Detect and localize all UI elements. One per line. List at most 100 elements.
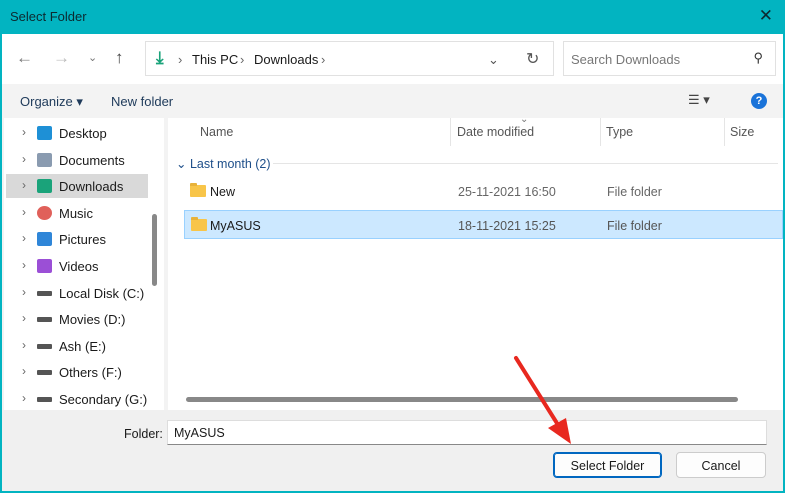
sidebar-item-label: Ash (E:)	[59, 338, 106, 354]
search-icon[interactable]: ⚲	[753, 50, 763, 66]
group-header[interactable]: ⌄ Last month (2)	[176, 156, 271, 171]
sidebar-item[interactable]: › Videos	[6, 254, 148, 278]
chevron-right-icon[interactable]: ›	[321, 52, 325, 67]
sidebar-item[interactable]: › Secondary (G:)	[6, 387, 148, 410]
sidebar-item[interactable]: › Music	[6, 201, 148, 225]
drive-icon	[37, 370, 52, 376]
help-icon[interactable]: ?	[751, 93, 767, 109]
column-divider[interactable]	[600, 118, 601, 146]
desktop-icon	[37, 126, 52, 140]
search-placeholder: Search Downloads	[571, 52, 681, 67]
chevron-right-icon[interactable]: ›	[22, 205, 26, 219]
sidebar-scrollbar[interactable]	[152, 214, 157, 286]
file-date: 25-11-2021 16:50	[458, 185, 556, 199]
download-icon: ⤓	[156, 48, 164, 67]
chevron-right-icon[interactable]: ›	[22, 285, 26, 299]
chevron-right-icon[interactable]: ›	[22, 152, 26, 166]
crumb-downloads[interactable]: Downloads	[254, 52, 318, 67]
sidebar-item-label: Desktop	[59, 126, 107, 141]
chevron-right-icon[interactable]: ›	[22, 311, 26, 325]
sidebar-item[interactable]: › Ash (E:)	[6, 334, 148, 358]
file-date: 18-11-2021 15:25	[458, 219, 556, 233]
chevron-right-icon[interactable]: ›	[22, 231, 26, 245]
sidebar-item-label: Pictures	[59, 232, 106, 248]
search-input[interactable]: Search Downloads ⚲	[563, 41, 776, 76]
sidebar-item-label: Local Disk (C:)	[59, 285, 145, 301]
crumb-this-pc[interactable]: This PC	[192, 52, 238, 67]
file-row[interactable]: New 25-11-2021 16:50 File folder	[184, 177, 783, 206]
sidebar-item[interactable]: › Desktop	[6, 121, 148, 145]
sidebar-item-label: Documents	[59, 152, 125, 168]
sidebar-item[interactable]: › Downloads	[6, 174, 148, 199]
horizontal-scrollbar[interactable]	[186, 397, 738, 402]
file-name: MyASUS	[210, 219, 261, 233]
sidebar-item[interactable]: › Pictures	[6, 227, 148, 251]
sidebar-item[interactable]: › Local Disk (C:)	[6, 281, 148, 305]
music-icon	[37, 205, 52, 220]
drive-icon	[37, 343, 52, 349]
column-divider[interactable]	[724, 118, 725, 146]
sort-chevron-icon: ⌄	[520, 114, 529, 125]
chevron-down-icon: ⌄	[176, 157, 190, 171]
folder-icon	[190, 183, 206, 197]
file-type: File folder	[607, 185, 662, 199]
sidebar-item-label: Videos	[59, 259, 99, 274]
drive-icon	[37, 290, 52, 296]
select-folder-dialog: Select Folder ✕ ← → ⌄ ↑ ⤓ › This PC › Do…	[2, 0, 783, 491]
chevron-down-icon[interactable]: ⌄	[488, 52, 499, 68]
column-date[interactable]: Date modified	[457, 125, 534, 139]
drive-icon	[37, 397, 52, 402]
sidebar-item-label: Others (F:)	[59, 365, 122, 381]
view-options-icon[interactable]: ☰ ▾	[688, 92, 710, 108]
sidebar-item-label: Downloads	[59, 179, 124, 195]
footer: Folder: MyASUS Select Folder Cancel	[2, 410, 783, 491]
sidebar-item-label: Secondary (G:)	[59, 392, 148, 407]
address-bar[interactable]: ⤓ › This PC › Downloads › ⌄ ↻	[145, 41, 554, 76]
sidebar-item[interactable]: › Movies (D:)	[6, 307, 148, 331]
file-type: File folder	[607, 219, 662, 233]
folder-value: MyASUS	[174, 426, 225, 440]
navigation-pane: › Desktop › Documents › Downloads › Music › Pictu…	[4, 118, 164, 410]
file-name: New	[210, 185, 236, 199]
folder-input[interactable]: MyASUS	[167, 420, 767, 445]
separator-icon: ›	[240, 52, 245, 67]
drive-icon	[37, 317, 52, 323]
cancel-button[interactable]: Cancel	[676, 452, 766, 478]
pictures-icon	[37, 232, 52, 247]
chevron-right-icon[interactable]: ›	[22, 178, 26, 192]
chevron-right-icon[interactable]: ›	[22, 364, 26, 378]
select-folder-button[interactable]: Select Folder	[553, 452, 662, 478]
group-divider	[273, 163, 778, 164]
sidebar-item[interactable]: › Documents	[6, 148, 148, 172]
organize-button[interactable]: Organize ▾	[20, 94, 83, 110]
title-bar: Select Folder ✕	[2, 0, 783, 34]
column-divider[interactable]	[450, 118, 451, 146]
column-size[interactable]: Size	[730, 125, 754, 139]
folder-icon	[191, 217, 207, 231]
group-label: Last month (2)	[189, 157, 271, 171]
new-folder-button[interactable]: New folder	[111, 94, 173, 109]
up-icon[interactable]: ↑	[115, 48, 124, 68]
file-row-selected[interactable]: MyASUS 18-11-2021 15:25 File folder	[184, 210, 783, 239]
folder-label: Folder:	[124, 427, 163, 441]
close-icon[interactable]: ✕	[759, 6, 773, 26]
sidebar-item-label: Movies (D:)	[59, 312, 126, 328]
videos-icon	[37, 259, 52, 273]
refresh-icon[interactable]: ↻	[526, 49, 539, 69]
recent-chevron-icon[interactable]: ⌄	[88, 51, 97, 64]
sidebar-item[interactable]: › Others (F:)	[6, 360, 148, 384]
documents-icon	[37, 152, 52, 167]
chevron-right-icon[interactable]: ›	[22, 338, 26, 352]
column-name[interactable]: Name	[200, 125, 233, 139]
separator-icon: ›	[178, 52, 183, 67]
chevron-right-icon[interactable]: ›	[22, 125, 26, 139]
sidebar-item-label: Music	[59, 205, 93, 221]
file-list: Name ⌄ Date modified Type Size ⌄ Last mo…	[168, 114, 783, 410]
toolbar: Organize ▾ New folder ☰ ▾ ?	[2, 84, 783, 118]
window-title: Select Folder	[10, 9, 87, 24]
back-icon[interactable]: ←	[16, 48, 33, 68]
forward-icon[interactable]: →	[53, 48, 70, 68]
chevron-right-icon[interactable]: ›	[22, 391, 26, 405]
chevron-right-icon[interactable]: ›	[22, 258, 26, 272]
column-type[interactable]: Type	[606, 125, 633, 139]
